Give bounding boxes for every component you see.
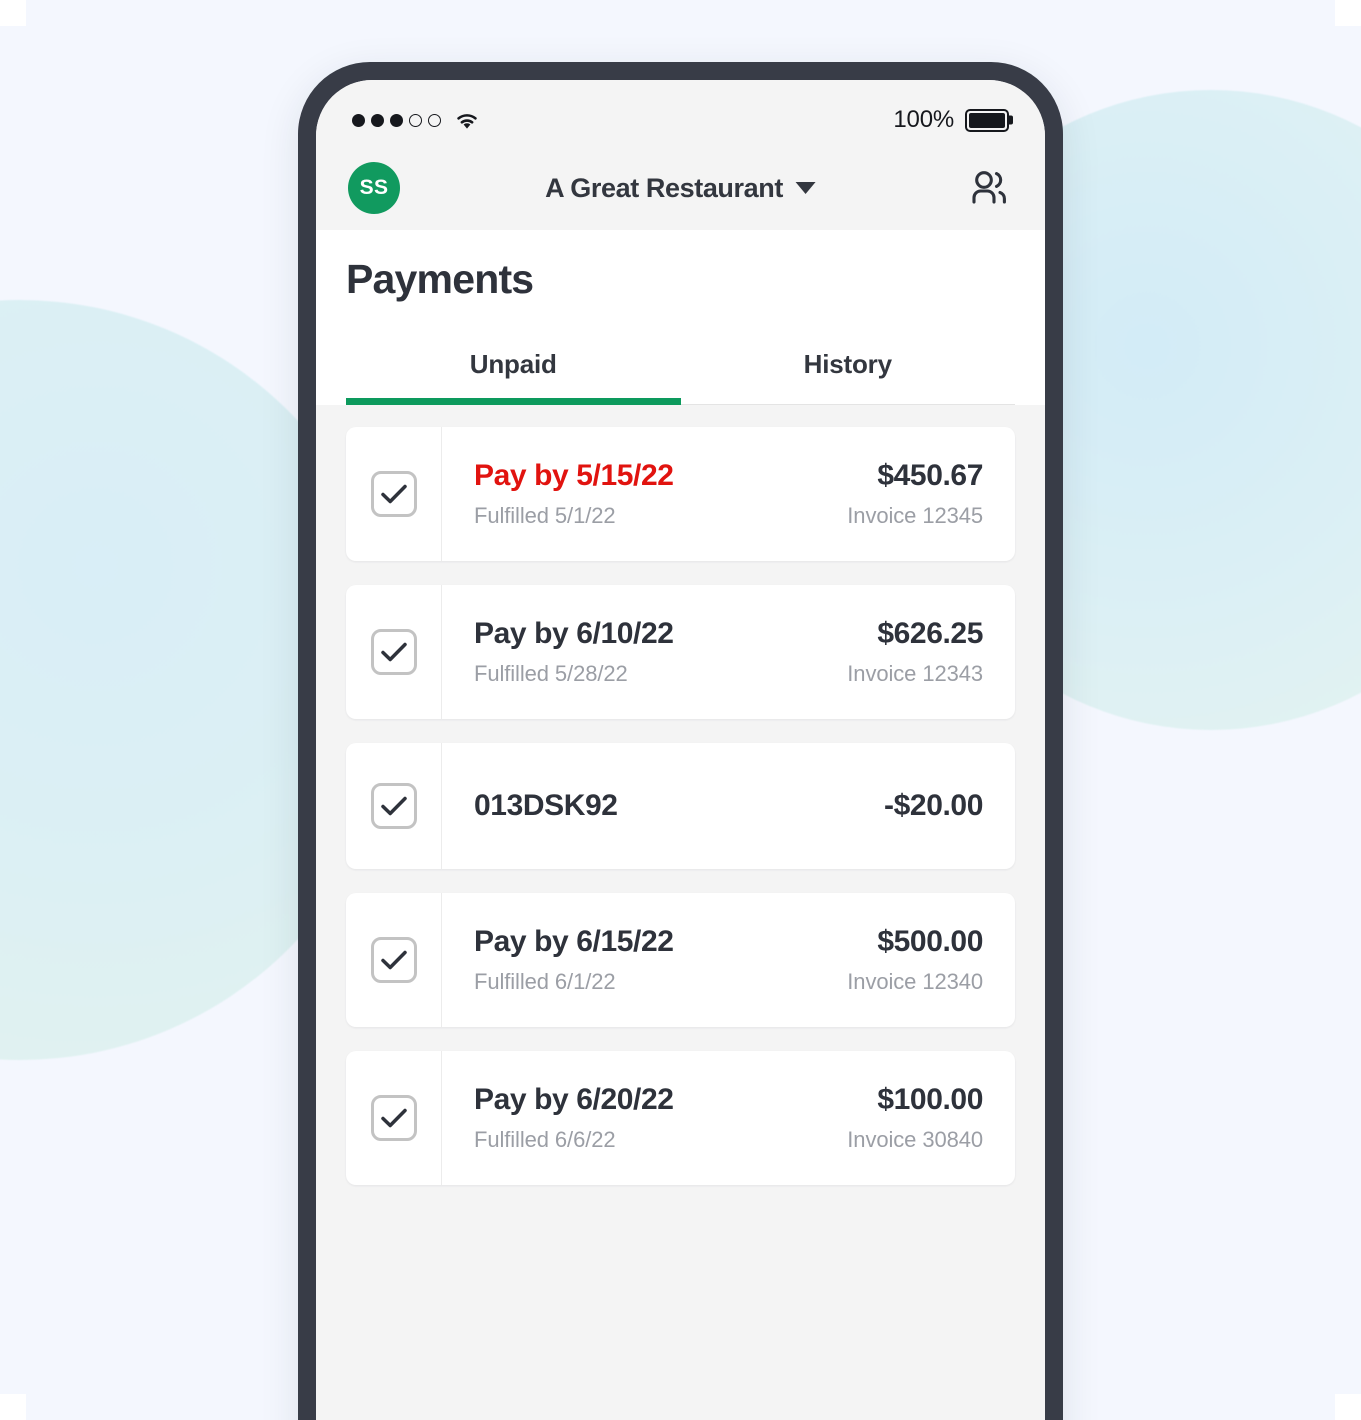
payment-details: Pay by 5/15/22 $450.67 Fulfilled 5/1/22 … (442, 427, 1015, 561)
payment-fulfilled-label: Fulfilled 5/1/22 (474, 503, 616, 528)
payment-select-cell[interactable] (346, 427, 442, 561)
tab-bar: Unpaid History (346, 327, 1015, 405)
check-icon (380, 484, 407, 504)
battery-full-icon (965, 108, 1009, 132)
app-bar: SS A Great Restaurant (316, 146, 1045, 230)
tab-history[interactable]: History (681, 327, 1016, 404)
payment-amount: $626.25 (877, 617, 983, 650)
payment-due-label: Pay by 6/20/22 (474, 1083, 674, 1116)
tab-unpaid[interactable]: Unpaid (346, 327, 681, 404)
check-icon (380, 950, 407, 970)
payment-amount: $450.67 (877, 459, 983, 492)
page-header: Payments Unpaid History (316, 230, 1045, 405)
payments-list: Pay by 5/15/22 $450.67 Fulfilled 5/1/22 … (316, 405, 1045, 1420)
checkbox-checked[interactable] (370, 471, 417, 517)
page-corner-bottom-left (0, 1394, 26, 1420)
payment-card[interactable]: 013DSK92 -$20.00 (346, 743, 1015, 869)
payment-amount: $100.00 (877, 1083, 983, 1116)
status-bar-left (352, 110, 481, 131)
page-title: Payments (346, 256, 534, 302)
signal-strength-icon (352, 113, 441, 127)
payment-invoice-label: Invoice 12343 (847, 661, 983, 686)
checkbox-checked[interactable] (370, 783, 417, 829)
status-bar-right: 100% (893, 106, 1009, 134)
payment-invoice-label: Invoice 12340 (847, 969, 983, 994)
battery-percent-label: 100% (893, 106, 954, 133)
payment-amount: -$20.00 (884, 789, 983, 822)
payment-card[interactable]: Pay by 6/10/22 $626.25 Fulfilled 5/28/22… (346, 585, 1015, 719)
page-corner-bottom-right (1335, 1394, 1361, 1420)
payment-fulfilled-label: Fulfilled 5/28/22 (474, 661, 628, 686)
org-selector[interactable]: A Great Restaurant (545, 173, 816, 204)
payment-due-label: Pay by 5/15/22 (474, 459, 674, 492)
payment-fulfilled-label: Fulfilled 6/6/22 (474, 1127, 616, 1152)
payment-due-label: Pay by 6/10/22 (474, 617, 674, 650)
payment-details: Pay by 6/10/22 $626.25 Fulfilled 5/28/22… (442, 585, 1015, 719)
payment-fulfilled-label: Fulfilled 6/1/22 (474, 969, 616, 994)
payment-amount: $500.00 (877, 925, 983, 958)
people-button[interactable] (965, 163, 1015, 213)
avatar[interactable]: SS (348, 162, 400, 214)
people-icon (972, 171, 1006, 204)
payment-invoice-label: Invoice 12345 (847, 503, 983, 528)
payment-details: Pay by 6/15/22 $500.00 Fulfilled 6/1/22 … (442, 893, 1015, 1027)
payment-card[interactable]: Pay by 5/15/22 $450.67 Fulfilled 5/1/22 … (346, 427, 1015, 561)
status-bar: 100% (316, 80, 1045, 146)
check-icon (380, 642, 407, 662)
payment-select-cell[interactable] (346, 893, 442, 1027)
page-corner-top-left (0, 0, 26, 26)
payment-card[interactable]: Pay by 6/20/22 $100.00 Fulfilled 6/6/22 … (346, 1051, 1015, 1185)
payment-due-label: Pay by 6/15/22 (474, 925, 674, 958)
wifi-icon (457, 113, 477, 129)
chevron-down-icon (795, 182, 816, 194)
payment-select-cell[interactable] (346, 585, 442, 719)
payment-select-cell[interactable] (346, 743, 442, 869)
page-corner-top-right (1335, 0, 1361, 26)
tab-active-indicator (346, 398, 681, 405)
phone-screen: 100% SS A Great Restaurant Payments Unpa… (316, 80, 1045, 1420)
payment-invoice-label: Invoice 30840 (847, 1127, 983, 1152)
phone-frame: 100% SS A Great Restaurant Payments Unpa… (298, 62, 1063, 1420)
payment-details: Pay by 6/20/22 $100.00 Fulfilled 6/6/22 … (442, 1051, 1015, 1185)
checkbox-checked[interactable] (370, 629, 417, 675)
check-icon (380, 796, 407, 816)
payment-card[interactable]: Pay by 6/15/22 $500.00 Fulfilled 6/1/22 … (346, 893, 1015, 1027)
payment-select-cell[interactable] (346, 1051, 442, 1185)
checkbox-checked[interactable] (370, 1095, 417, 1141)
check-icon (380, 1108, 407, 1128)
checkbox-checked[interactable] (370, 937, 417, 983)
payment-details: 013DSK92 -$20.00 (442, 743, 1015, 869)
org-name-label: A Great Restaurant (545, 172, 783, 203)
credit-code-label: 013DSK92 (474, 789, 618, 822)
